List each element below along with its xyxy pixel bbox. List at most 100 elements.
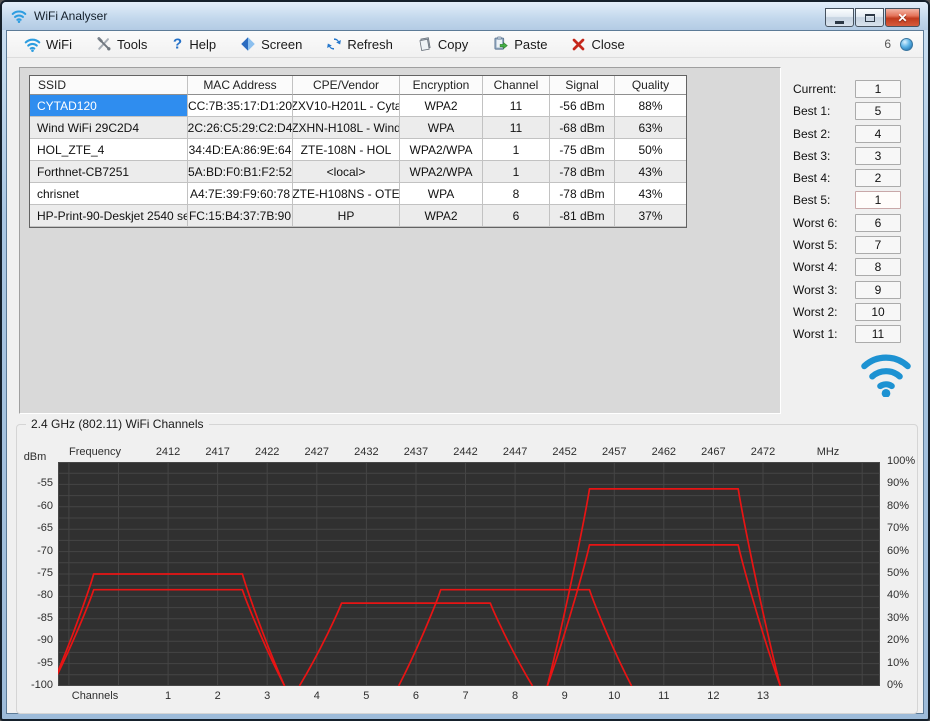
channel-tick: 6: [396, 690, 436, 702]
frequency-tick: 2447: [495, 446, 535, 458]
refresh-icon: [326, 36, 342, 52]
toolbar-button-label: WiFi: [46, 37, 72, 52]
cell-signal[interactable]: -75 dBm: [550, 139, 615, 161]
close-button[interactable]: ✕: [885, 8, 920, 27]
cell-quality[interactable]: 43%: [615, 161, 686, 183]
cell-vendor[interactable]: ZXHN-H108L - Wind: [293, 117, 400, 139]
cell-channel[interactable]: 1: [483, 139, 550, 161]
column-header-quality[interactable]: Quality: [615, 76, 686, 95]
cell-channel[interactable]: 8: [483, 183, 550, 205]
cell-mac[interactable]: A4:7E:39:F9:60:78: [188, 183, 293, 205]
wifi-icon: [24, 37, 41, 52]
cell-vendor[interactable]: ZTE-H108NS - OTE: [293, 183, 400, 205]
cell-ssid[interactable]: Forthnet-CB7251: [30, 161, 188, 183]
percent-tick: 50%: [887, 567, 927, 579]
channel-tick: 7: [446, 690, 486, 702]
network-signal-curve: [58, 590, 285, 686]
dbm-tick: -55: [17, 477, 53, 489]
channel-tick: 8: [495, 690, 535, 702]
toolbar-button-label: Paste: [514, 37, 547, 52]
channel-rank-value: 4: [855, 125, 901, 143]
toolbar-button-close[interactable]: Close: [562, 34, 633, 55]
toolbar-button-screen[interactable]: Screen: [231, 33, 311, 55]
cell-signal[interactable]: -78 dBm: [550, 161, 615, 183]
toolbar-button-paste[interactable]: Paste: [483, 33, 556, 55]
cell-signal[interactable]: -78 dBm: [550, 183, 615, 205]
titlebar[interactable]: WiFi Analyser ✕: [2, 2, 928, 30]
channel-tick: 13: [743, 690, 783, 702]
cell-encryption[interactable]: WPA2: [400, 95, 483, 117]
column-header-signal[interactable]: Signal: [550, 76, 615, 95]
cell-quality[interactable]: 50%: [615, 139, 686, 161]
table-row[interactable]: Wind WiFi 29C2D42C:26:C5:29:C2:D4ZXHN-H1…: [30, 117, 686, 139]
cell-mac[interactable]: 2C:26:C5:29:C2:D4: [188, 117, 293, 139]
maximize-button[interactable]: [855, 8, 884, 27]
cell-encryption[interactable]: WPA2: [400, 205, 483, 227]
column-header-ssid[interactable]: SSID: [30, 76, 188, 95]
toolbar-button-wifi[interactable]: WiFi: [15, 34, 81, 55]
cell-signal[interactable]: -68 dBm: [550, 117, 615, 139]
toolbar-button-copy[interactable]: Copy: [408, 33, 477, 55]
wifi-app-icon: [11, 9, 27, 23]
cell-ssid[interactable]: CYTAD120: [30, 95, 188, 117]
cell-quality[interactable]: 43%: [615, 183, 686, 205]
table-row[interactable]: CYTAD120CC:7B:35:17:D1:20ZXV10-H201L - C…: [30, 95, 686, 117]
table-row[interactable]: Forthnet-CB72515A:BD:F0:B1:F2:52<local>W…: [30, 161, 686, 183]
cell-quality[interactable]: 37%: [615, 205, 686, 227]
frequency-tick: 2467: [693, 446, 733, 458]
cell-ssid[interactable]: Wind WiFi 29C2D4: [30, 117, 188, 139]
mhz-axis-label: MHz: [807, 446, 849, 458]
cell-encryption[interactable]: WPA2/WPA: [400, 139, 483, 161]
cell-ssid[interactable]: HOL_ZTE_4: [30, 139, 188, 161]
table-row[interactable]: HOL_ZTE_434:4D:EA:86:9E:64ZTE-108N - HOL…: [30, 139, 686, 161]
frequency-tick: 2417: [198, 446, 238, 458]
table-row[interactable]: HP-Print-90-Deskjet 2540 seriesFC:15:B4:…: [30, 205, 686, 227]
cell-channel[interactable]: 1: [483, 161, 550, 183]
toolbar-button-label: Tools: [117, 37, 147, 52]
toolbar-button-tools[interactable]: Tools: [87, 33, 156, 55]
cell-ssid[interactable]: HP-Print-90-Deskjet 2540 series: [30, 205, 188, 227]
cell-mac[interactable]: FC:15:B4:37:7B:90: [188, 205, 293, 227]
toolbar-button-refresh[interactable]: Refresh: [317, 33, 402, 55]
client-area: WiFi Tools ?Help Screen Refresh Copy Paste Clos…: [6, 30, 924, 714]
column-header-encryption[interactable]: Encryption: [400, 76, 483, 95]
cell-channel[interactable]: 11: [483, 95, 550, 117]
close-icon: ✕: [897, 12, 907, 24]
channel-rank-value: 3: [855, 147, 901, 165]
channel-tick: 2: [198, 690, 238, 702]
cell-vendor[interactable]: <local>: [293, 161, 400, 183]
cell-signal[interactable]: -56 dBm: [550, 95, 615, 117]
cell-encryption[interactable]: WPA: [400, 183, 483, 205]
toolbar-right: 6: [884, 37, 923, 51]
cell-channel[interactable]: 11: [483, 117, 550, 139]
cell-quality[interactable]: 63%: [615, 117, 686, 139]
percent-tick: 30%: [887, 612, 927, 624]
channel-rank-row: Worst 1:11: [793, 325, 901, 343]
minimize-button[interactable]: [825, 8, 854, 27]
table-row[interactable]: chrisnetA4:7E:39:F9:60:78ZTE-H108NS - OT…: [30, 183, 686, 205]
help-icon: ?: [171, 36, 184, 52]
toolbar-button-label: Copy: [438, 37, 468, 52]
cell-vendor[interactable]: HP: [293, 205, 400, 227]
cell-encryption[interactable]: WPA2/WPA: [400, 161, 483, 183]
cell-mac[interactable]: 34:4D:EA:86:9E:64: [188, 139, 293, 161]
cell-quality[interactable]: 88%: [615, 95, 686, 117]
cell-mac[interactable]: 5A:BD:F0:B1:F2:52: [188, 161, 293, 183]
column-header-mac[interactable]: MAC Address: [188, 76, 293, 95]
cell-mac[interactable]: CC:7B:35:17:D1:20: [188, 95, 293, 117]
cell-ssid[interactable]: chrisnet: [30, 183, 188, 205]
cell-encryption[interactable]: WPA: [400, 117, 483, 139]
column-header-channel[interactable]: Channel: [483, 76, 550, 95]
cell-vendor[interactable]: ZXV10-H201L - Cyta: [293, 95, 400, 117]
cell-signal[interactable]: -81 dBm: [550, 205, 615, 227]
cell-vendor[interactable]: ZTE-108N - HOL: [293, 139, 400, 161]
toolbar-button-help[interactable]: ?Help: [162, 33, 225, 55]
channel-rank-value: 1: [855, 191, 901, 209]
percent-tick: 90%: [887, 477, 927, 489]
frequency-tick: 2472: [743, 446, 783, 458]
channel-rank-label: Current:: [793, 82, 855, 96]
cell-channel[interactable]: 6: [483, 205, 550, 227]
channel-ranking-panel: Current:1Best 1:5Best 2:4Best 3:3Best 4:…: [793, 80, 901, 348]
copy-icon: [417, 36, 433, 52]
column-header-vendor[interactable]: CPE/Vendor: [293, 76, 400, 95]
